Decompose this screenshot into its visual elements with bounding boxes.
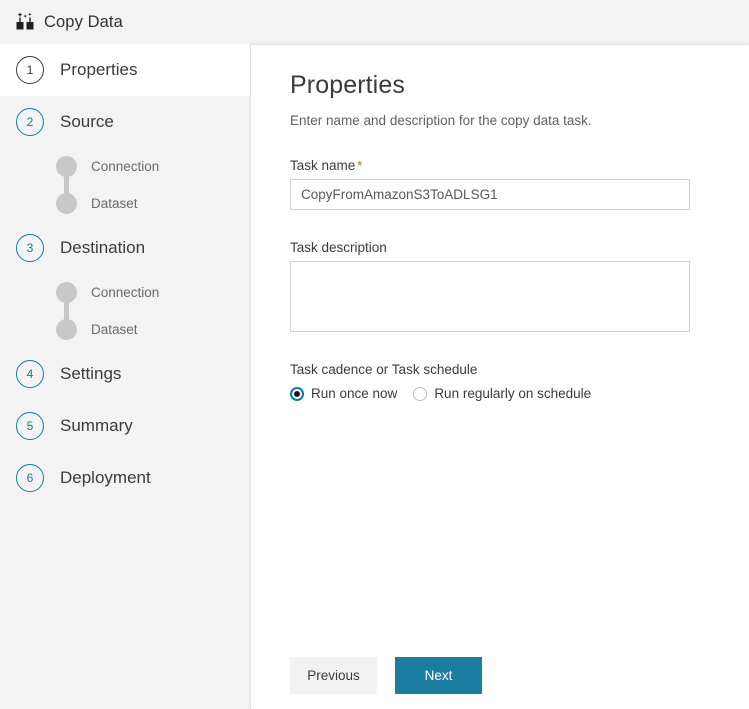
page-subtitle: Enter name and description for the copy … bbox=[290, 113, 592, 128]
wizard-footer: Previous Next bbox=[290, 657, 482, 694]
sidebar-step-source[interactable]: 2 Source bbox=[0, 96, 250, 148]
sidebar-substep-source-connection[interactable]: Connection bbox=[0, 148, 250, 185]
radio-run-regularly-on-schedule[interactable]: Run regularly on schedule bbox=[413, 386, 591, 401]
task-name-label: Task name * bbox=[290, 158, 749, 173]
sidebar-step-destination[interactable]: 3 Destination bbox=[0, 222, 250, 274]
step-number-badge: 2 bbox=[16, 108, 44, 136]
substep-label: Dataset bbox=[91, 322, 138, 337]
task-cadence-label: Task cadence or Task schedule bbox=[290, 362, 478, 377]
sidebar-step-deployment[interactable]: 6 Deployment bbox=[0, 452, 250, 504]
task-name-label-text: Task name bbox=[290, 158, 356, 173]
step-number-badge: 4 bbox=[16, 360, 44, 388]
window-title: Copy Data bbox=[44, 12, 123, 31]
step-label: Summary bbox=[60, 416, 133, 435]
radio-label: Run once now bbox=[311, 386, 398, 401]
radio-unselected-icon bbox=[413, 386, 428, 401]
required-indicator: * bbox=[357, 158, 363, 173]
substep-label: Connection bbox=[91, 285, 160, 300]
step-number-badge: 1 bbox=[16, 56, 44, 84]
task-name-field-group: Task name * bbox=[290, 158, 749, 210]
task-cadence-group: Task cadence or Task schedule Run once n… bbox=[290, 362, 749, 401]
task-description-field-group: Task description bbox=[290, 240, 749, 337]
sidebar-substep-destination-dataset[interactable]: Dataset bbox=[0, 311, 250, 348]
step-label: Destination bbox=[60, 238, 146, 257]
window-titlebar: Copy Data bbox=[0, 0, 749, 44]
sidebar-substep-source-dataset[interactable]: Dataset bbox=[0, 185, 250, 222]
step-number-badge: 5 bbox=[16, 412, 44, 440]
sidebar-step-summary[interactable]: 5 Summary bbox=[0, 400, 250, 452]
substep-dot bbox=[56, 282, 77, 303]
step-label: Settings bbox=[60, 364, 122, 383]
main-content-panel: Properties Enter name and description fo… bbox=[250, 44, 749, 709]
substep-dot bbox=[56, 156, 77, 177]
task-name-input[interactable] bbox=[290, 179, 690, 210]
substep-label: Connection bbox=[91, 159, 160, 174]
step-label: Source bbox=[60, 112, 114, 131]
sidebar-step-settings[interactable]: 4 Settings bbox=[0, 348, 250, 400]
task-description-label: Task description bbox=[290, 240, 387, 255]
page-title: Properties bbox=[290, 71, 405, 99]
step-number-badge: 3 bbox=[16, 234, 44, 262]
substep-dot bbox=[56, 193, 77, 214]
task-cadence-radio-row: Run once now Run regularly on schedule bbox=[290, 386, 749, 401]
radio-selected-icon bbox=[290, 386, 304, 401]
sidebar-step-properties[interactable]: 1 Properties bbox=[0, 44, 250, 96]
radio-run-once-now[interactable]: Run once now bbox=[290, 386, 397, 401]
radio-label: Run regularly on schedule bbox=[434, 386, 592, 401]
substep-dot bbox=[56, 319, 77, 340]
substep-label: Dataset bbox=[91, 196, 138, 211]
step-number-badge: 6 bbox=[16, 464, 44, 492]
previous-button[interactable]: Previous bbox=[290, 657, 377, 694]
sidebar-substep-destination-connection[interactable]: Connection bbox=[0, 274, 250, 311]
step-label: Properties bbox=[60, 60, 138, 79]
step-label: Deployment bbox=[60, 468, 151, 487]
task-description-input[interactable] bbox=[290, 261, 690, 332]
copy-data-icon bbox=[14, 11, 36, 33]
step-navigation-rail: 1 Properties 2 Source Connection Dataset… bbox=[0, 44, 250, 709]
next-button[interactable]: Next bbox=[395, 657, 482, 694]
